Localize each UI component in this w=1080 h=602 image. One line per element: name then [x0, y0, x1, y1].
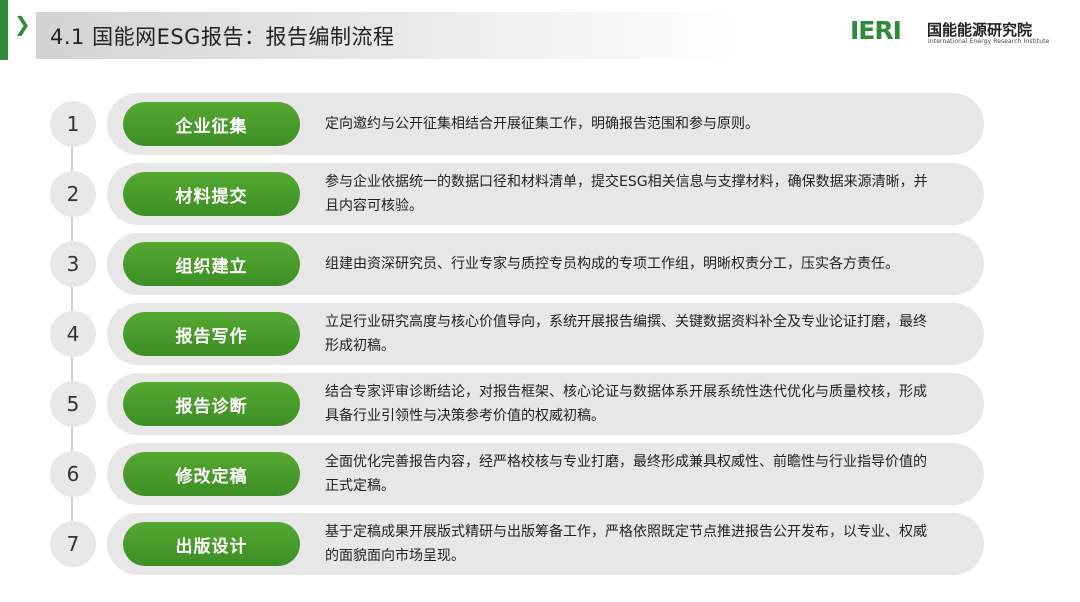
step-description: 结合专家评审诊断结论，对报告框架、核心论证与数据体系开展系统性迭代优化与质量校核… [325, 384, 927, 424]
logo-mark: IERI [850, 16, 902, 45]
chevron-right-icon: ❯ [14, 12, 31, 36]
step-description: 基于定稿成果开展版式精研与出版筹备工作，严格依照既定节点推进报告公开发布，以专业… [325, 524, 927, 564]
step-number: 1 [50, 101, 96, 147]
step-number: 5 [50, 381, 96, 427]
step-description: 参与企业依据统一的数据口径和材料清单，提交ESG相关信息与支撑材料，确保数据来源… [325, 174, 928, 214]
step-number: 7 [50, 521, 96, 567]
step-number: 2 [50, 171, 96, 217]
step-row: 7 出版设计 基于定稿成果开展版式精研与出版筹备工作，严格依照既定节点推进报告公… [50, 513, 984, 575]
step-description: 全面优化完善报告内容，经严格校核与专业打磨，最终形成兼具权威性、前瞻性与行业指导… [325, 454, 927, 494]
step-label-pill: 组织建立 [123, 242, 300, 286]
step-label-pill: 材料提交 [123, 172, 300, 216]
step-row: 6 修改定稿 全面优化完善报告内容，经严格校核与专业打磨，最终形成兼具权威性、前… [50, 443, 984, 505]
step-number: 3 [50, 241, 96, 287]
step-label-pill: 出版设计 [123, 522, 300, 566]
step-label-pill: 修改定稿 [123, 452, 300, 496]
step-label-pill: 报告写作 [123, 312, 300, 356]
header-accent-bar [0, 0, 8, 60]
step-label-pill: 企业征集 [123, 102, 300, 146]
step-label-pill: 报告诊断 [123, 382, 300, 426]
step-number: 4 [50, 311, 96, 357]
step-row: 3 组织建立 组建由资深研究员、行业专家与质控专员构成的专项工作组，明晰权责分工… [50, 233, 984, 295]
step-description: 定向邀约与公开征集相结合开展征集工作，明确报告范围和参与原则。 [325, 116, 759, 132]
page-title: 4.1 国能网ESG报告：报告编制流程 [50, 25, 395, 49]
step-row: 4 报告写作 立足行业研究高度与核心价值导向，系统开展报告编撰、关键数据资料补全… [50, 303, 984, 365]
step-description: 立足行业研究高度与核心价值导向，系统开展报告编撰、关键数据资料补全及专业论证打磨… [325, 314, 927, 354]
step-row: 2 材料提交 参与企业依据统一的数据口径和材料清单，提交ESG相关信息与支撑材料… [50, 163, 984, 225]
step-row: 5 报告诊断 结合专家评审诊断结论，对报告框架、核心论证与数据体系开展系统性迭代… [50, 373, 984, 435]
step-description: 组建由资深研究员、行业专家与质控专员构成的专项工作组，明晰权责分工，压实各方责任… [325, 256, 899, 272]
step-number: 6 [50, 451, 96, 497]
step-row: 1 企业征集 定向邀约与公开征集相结合开展征集工作，明确报告范围和参与原则。 [50, 93, 984, 155]
logo-name-en: International Energy Research Institute [928, 38, 1050, 45]
logo-name-cn: 国能能源研究院 [927, 21, 1033, 39]
